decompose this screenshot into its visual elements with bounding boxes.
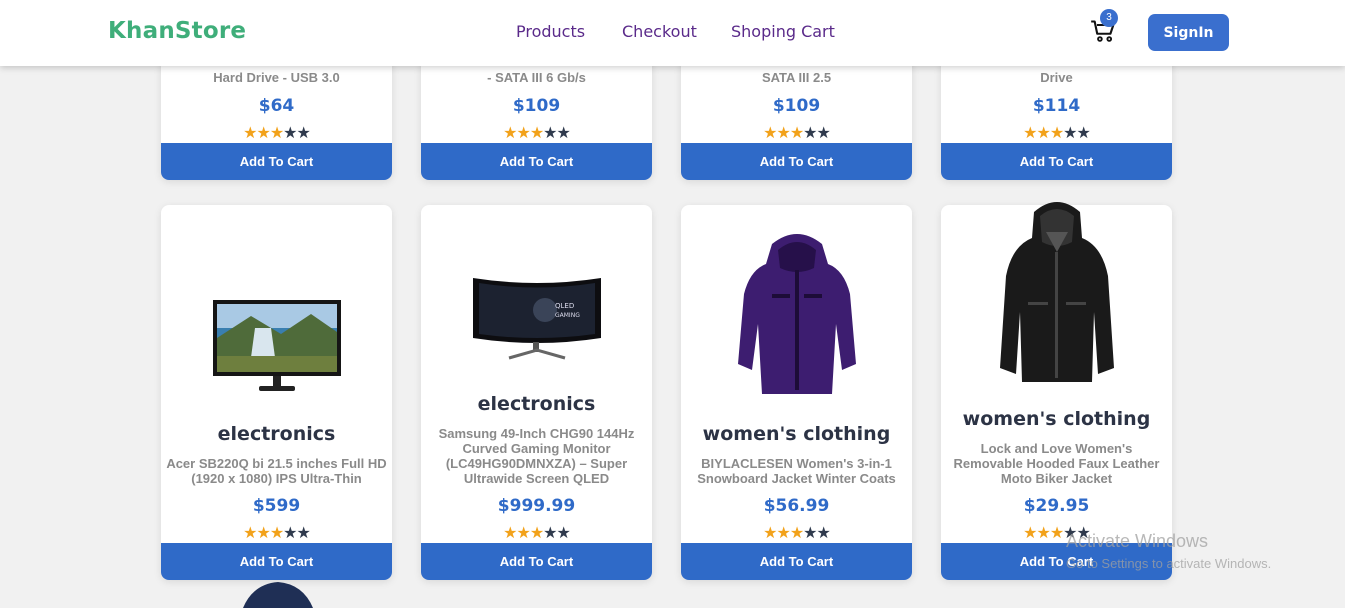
product-category: women's clothing <box>962 408 1151 430</box>
star-icon: ★ <box>789 525 804 542</box>
product-price: $114 <box>1032 96 1081 116</box>
product-title: Hard Drive - USB 3.0 <box>213 70 340 85</box>
star-icon: ★ <box>1049 125 1064 142</box>
star-icon: ★ <box>816 125 831 142</box>
product-image[interactable] <box>941 191 1172 385</box>
curved-monitor-image: QLED GAMING <box>472 278 601 360</box>
product-card: QLED GAMING electronics Samsung 49-Inch … <box>421 205 652 580</box>
rating-stars: ★★★★★ <box>421 123 652 143</box>
cart-button[interactable]: 3 <box>1090 9 1122 44</box>
star-icon: ★ <box>816 525 831 542</box>
product-title: Drive <box>1040 70 1073 85</box>
product-category: electronics <box>477 393 596 415</box>
product-price: $29.95 <box>1023 496 1090 516</box>
activate-windows-hint: Go to Settings to activate Windows. <box>1066 556 1272 571</box>
svg-text:QLED: QLED <box>555 302 574 310</box>
nav-products[interactable]: Products <box>516 22 585 41</box>
star-icon: ★ <box>529 125 544 142</box>
next-product-image-partial <box>243 582 313 608</box>
star-icon: ★ <box>803 125 817 142</box>
star-icon: ★ <box>243 125 257 142</box>
cart-count-badge: 3 <box>1100 9 1118 27</box>
rating-stars: ★★★★★ <box>161 523 392 543</box>
star-icon: ★ <box>556 525 571 542</box>
top-navbar: KhanStore Products Checkout Shoping Cart… <box>0 0 1345 66</box>
star-icon: ★ <box>1036 125 1050 142</box>
add-to-cart-button[interactable]: Add To Cart <box>681 143 912 180</box>
product-image[interactable] <box>681 223 912 399</box>
product-category: women's clothing <box>702 423 891 445</box>
star-icon: ★ <box>1049 525 1064 542</box>
star-icon: ★ <box>1076 125 1091 142</box>
activate-windows-watermark: Activate Windows <box>1066 531 1209 551</box>
product-price: $109 <box>772 96 821 116</box>
add-to-cart-button[interactable]: Add To Cart <box>681 543 912 580</box>
product-price: $56.99 <box>763 496 830 516</box>
nav-shopping-cart[interactable]: Shoping Cart <box>731 22 835 41</box>
product-image[interactable] <box>161 297 392 397</box>
star-icon: ★ <box>1063 125 1077 142</box>
product-category: electronics <box>217 423 336 445</box>
product-price: $599 <box>252 496 301 516</box>
leather-jacket-image <box>999 202 1114 382</box>
star-icon: ★ <box>529 525 544 542</box>
add-to-cart-button[interactable]: Add To Cart <box>941 143 1172 180</box>
star-icon: ★ <box>776 525 790 542</box>
star-icon: ★ <box>256 125 270 142</box>
star-icon: ★ <box>283 525 297 542</box>
star-icon: ★ <box>1023 525 1037 542</box>
star-icon: ★ <box>296 125 311 142</box>
product-card: electronics Acer SB220Q bi 21.5 inches F… <box>161 205 392 580</box>
star-icon: ★ <box>269 525 284 542</box>
purple-jacket-image <box>737 234 856 394</box>
product-title: SATA III 2.5 <box>761 70 832 85</box>
star-icon: ★ <box>503 125 517 142</box>
rating-stars: ★★★★★ <box>941 123 1172 143</box>
star-icon: ★ <box>763 525 777 542</box>
star-icon: ★ <box>803 525 817 542</box>
rating-stars: ★★★★★ <box>421 523 652 543</box>
star-icon: ★ <box>243 525 257 542</box>
star-icon: ★ <box>296 525 311 542</box>
monitor-image <box>212 300 341 391</box>
star-icon: ★ <box>503 525 517 542</box>
svg-text:GAMING: GAMING <box>555 312 580 319</box>
add-to-cart-button[interactable]: Add To Cart <box>421 543 652 580</box>
product-price: $109 <box>512 96 561 116</box>
rating-stars: ★★★★★ <box>681 523 912 543</box>
product-title: Samsung 49-Inch CHG90 144Hz Curved Gamin… <box>438 426 635 486</box>
add-to-cart-button[interactable]: Add To Cart <box>161 143 392 180</box>
star-icon: ★ <box>776 125 790 142</box>
star-icon: ★ <box>543 525 557 542</box>
nav-checkout[interactable]: Checkout <box>622 22 697 41</box>
brand-logo[interactable]: KhanStore <box>108 18 246 44</box>
product-card: women's clothing BIYLACLESEN Women's 3-i… <box>681 205 912 580</box>
add-to-cart-button[interactable]: Add To Cart <box>421 143 652 180</box>
star-icon: ★ <box>269 125 284 142</box>
product-price: $999.99 <box>497 496 576 516</box>
product-title: - SATA III 6 Gb/s <box>487 70 586 85</box>
product-title: Acer SB220Q bi 21.5 inches Full HD (1920… <box>166 456 387 486</box>
star-icon: ★ <box>516 525 530 542</box>
rating-stars: ★★★★★ <box>161 123 392 143</box>
rating-stars: ★★★★★ <box>681 123 912 143</box>
star-icon: ★ <box>256 525 270 542</box>
product-title: BIYLACLESEN Women's 3-in-1 Snowboard Jac… <box>697 456 896 486</box>
star-icon: ★ <box>283 125 297 142</box>
signin-button[interactable]: SignIn <box>1148 14 1229 51</box>
product-title: Lock and Love Women's Removable Hooded F… <box>953 441 1160 486</box>
star-icon: ★ <box>1036 525 1050 542</box>
product-price: $64 <box>258 96 295 116</box>
star-icon: ★ <box>543 125 557 142</box>
star-icon: ★ <box>1023 125 1037 142</box>
star-icon: ★ <box>516 125 530 142</box>
add-to-cart-button[interactable]: Add To Cart <box>161 543 392 580</box>
star-icon: ★ <box>789 125 804 142</box>
product-card: women's clothing Lock and Love Women's R… <box>941 202 1172 580</box>
star-icon: ★ <box>556 125 571 142</box>
star-icon: ★ <box>763 125 777 142</box>
product-image[interactable]: QLED GAMING <box>421 273 652 369</box>
